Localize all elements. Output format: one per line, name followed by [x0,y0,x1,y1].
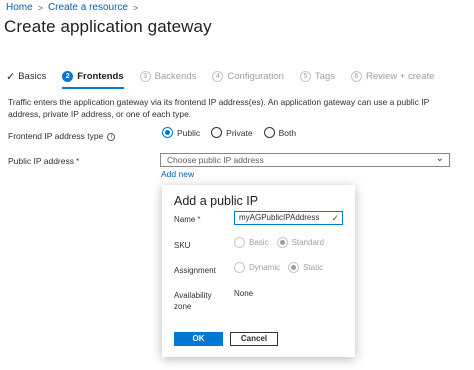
assignment-label: Assignment [174,266,216,275]
step-number-badge: 3 [139,70,151,82]
availability-zone-value: None [234,289,254,298]
tab-review-create[interactable]: 6 Review + create [350,68,435,84]
chevron-down-icon: ⌄ [435,153,444,164]
add-public-ip-callout: Add a public IP Name * myAGPublicIPAddres… [162,185,355,357]
tab-label: Tags [314,70,335,82]
radio-empty-icon [234,237,245,248]
tab-frontends[interactable]: 2 Frontends [62,68,125,89]
frontend-ip-type-radio-group: Public Private Both [162,127,307,138]
step-number-badge: 5 [299,70,311,82]
tab-label: Frontends [77,70,124,82]
radio-label: Private [226,127,253,138]
radio-label: Both [278,127,297,138]
cancel-button[interactable]: Cancel [230,332,278,346]
availability-zone-label-line2: zone [174,302,192,311]
radio-empty-icon [211,127,223,138]
breadcrumb-separator: > [37,2,43,13]
checkmark-icon: ✓ [331,213,339,223]
radio-sku-standard[interactable]: Standard [276,237,325,248]
breadcrumb: Home > Create a resource > [6,2,143,13]
tab-label: Review + create [365,70,435,82]
required-asterisk: * [197,215,201,224]
radio-label: Static [303,263,324,272]
name-label-text: Name [174,215,196,224]
public-ip-label: Public IP address * [8,156,79,166]
radio-label: Standard [291,238,325,247]
radio-label: Dynamic [249,263,281,272]
availability-zone-label: Availability zone [174,290,212,312]
name-label: Name * [174,214,200,225]
step-number-badge: 2 [62,70,74,82]
name-input-value: myAGPublicIPAddress [239,213,320,222]
radio-empty-icon [234,262,245,273]
public-ip-label-text: Public IP address [8,156,74,166]
radio-assignment-dynamic[interactable]: Dynamic [234,262,280,273]
breadcrumb-home-link[interactable]: Home [6,2,33,13]
frontends-description: Traffic enters the application gateway v… [8,97,430,119]
tab-backends[interactable]: 3 Backends [139,68,197,84]
radio-selected-icon [276,237,288,248]
add-new-link[interactable]: Add new [161,169,194,179]
availability-zone-label-line1: Availability [174,291,212,300]
radio-selected-icon [288,262,300,273]
radio-assignment-static[interactable]: Static [288,262,323,273]
tab-basics[interactable]: ✓ Basics [6,68,46,84]
radio-selected-icon [162,127,173,138]
radio-both[interactable]: Both [263,127,297,138]
dropdown-placeholder: Choose public IP address [167,155,264,165]
page-title: Create application gateway [4,17,212,36]
public-ip-name-input[interactable]: myAGPublicIPAddress ✓ [234,211,343,225]
tab-label: Basics [18,70,47,82]
breadcrumb-create-resource-link[interactable]: Create a resource [48,2,128,13]
assignment-radio-group: Dynamic Static [234,262,331,273]
radio-label: Public [177,127,201,138]
required-asterisk: * [76,156,80,166]
step-number-badge: 4 [212,70,224,82]
radio-public[interactable]: Public [162,127,200,138]
callout-title: Add a public IP [174,194,259,208]
radio-private[interactable]: Private [211,127,253,138]
tab-configuration[interactable]: 4 Configuration [212,68,284,84]
breadcrumb-separator: > [133,2,139,13]
frontend-ip-type-label-text: Frontend IP address type [8,131,104,141]
tab-label: Backends [154,70,197,82]
radio-sku-basic[interactable]: Basic [234,237,269,248]
check-icon: ✓ [6,70,16,83]
ok-button[interactable]: OK [174,332,223,346]
sku-radio-group: Basic Standard [234,237,332,248]
more-options-icon[interactable]: ··· [199,20,213,32]
tab-tags[interactable]: 5 Tags [299,68,335,84]
radio-empty-icon [263,127,275,138]
radio-label: Basic [249,238,269,247]
step-number-badge: 6 [350,70,362,82]
sku-label: SKU [174,241,191,250]
tab-label: Configuration [227,70,284,82]
frontend-ip-type-label: Frontend IP address type i [8,131,116,141]
public-ip-dropdown[interactable]: Choose public IP address ⌄ [160,153,450,167]
wizard-tabs: ✓ Basics 2 Frontends 3 Backends 4 Config… [6,68,450,89]
info-icon[interactable]: i [107,132,116,141]
